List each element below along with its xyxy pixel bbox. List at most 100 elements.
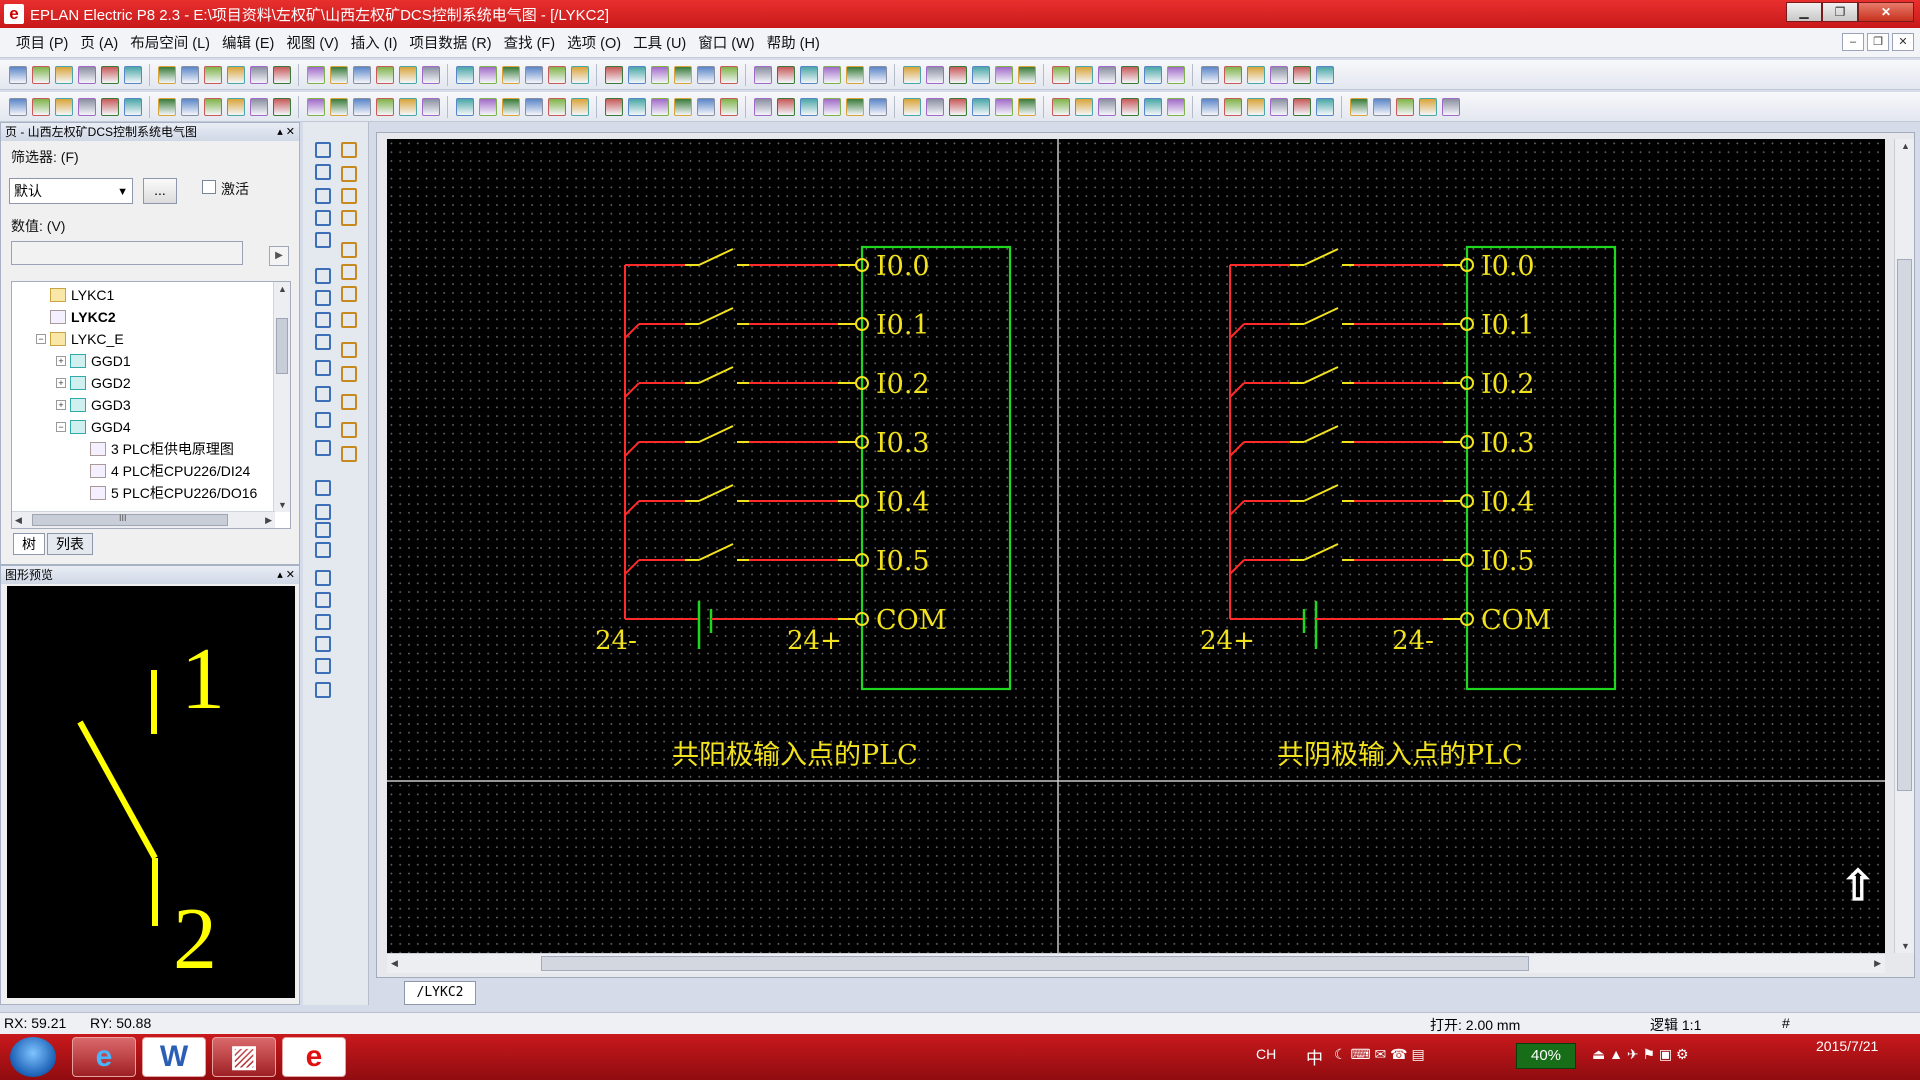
edit-tool-icon[interactable]	[1143, 97, 1162, 116]
main-tool-icon[interactable]	[753, 65, 772, 84]
insert-symbol-tool-icon[interactable]	[341, 394, 357, 410]
main-tool-icon[interactable]	[696, 65, 715, 84]
clock[interactable]: 2015/7/21	[1816, 1036, 1878, 1056]
taskbar-ie-button[interactable]: e	[72, 1037, 136, 1077]
mdi-restore-button[interactable]: ❐	[1867, 33, 1889, 51]
taskbar-eplan-button[interactable]: e	[282, 1037, 346, 1077]
edit-tool-icon[interactable]	[77, 97, 96, 116]
insert-symbol-tool-icon[interactable]	[315, 522, 331, 538]
insert-symbol-tool-icon[interactable]	[341, 166, 357, 182]
edit-tool-icon[interactable]	[398, 97, 417, 116]
insert-symbol-tool-icon[interactable]	[315, 542, 331, 558]
insert-symbol-tool-icon[interactable]	[341, 312, 357, 328]
insert-symbol-tool-icon[interactable]	[315, 614, 331, 630]
main-tool-icon[interactable]	[1292, 65, 1311, 84]
collapse-icon[interactable]: −	[56, 422, 66, 432]
main-tool-icon[interactable]	[547, 65, 566, 84]
home-icon[interactable]: ⇧	[1836, 864, 1880, 908]
insert-symbol-tool-icon[interactable]	[315, 592, 331, 608]
tree-item[interactable]: 5 PLC柜CPU226/DO16	[76, 482, 257, 504]
main-tool-icon[interactable]	[478, 65, 497, 84]
main-tool-icon[interactable]	[845, 65, 864, 84]
mdi-close-button[interactable]: ✕	[1892, 33, 1914, 51]
edit-tool-icon[interactable]	[1315, 97, 1334, 116]
tree-horizontal-scrollbar[interactable]: ◀ III ▶	[12, 511, 275, 528]
edit-tool-icon[interactable]	[994, 97, 1013, 116]
insert-symbol-tool-icon[interactable]	[341, 210, 357, 226]
menu-window[interactable]: 窗口 (W)	[698, 32, 754, 53]
play-arrow-icon[interactable]: ▶	[269, 246, 289, 266]
edit-tool-icon[interactable]	[822, 97, 841, 116]
activate-checkbox[interactable]	[202, 180, 216, 194]
main-tool-icon[interactable]	[1166, 65, 1185, 84]
edit-tool-icon[interactable]	[971, 97, 990, 116]
minimize-button[interactable]: ▁	[1786, 2, 1822, 22]
main-tool-icon[interactable]	[272, 65, 291, 84]
tree-item[interactable]: + GGD2	[56, 372, 131, 394]
insert-symbol-tool-icon[interactable]	[315, 412, 331, 428]
edit-tool-icon[interactable]	[1269, 97, 1288, 116]
scroll-left-icon[interactable]: ◀	[15, 515, 22, 526]
insert-symbol-tool-icon[interactable]	[315, 188, 331, 204]
tree-item[interactable]: + GGD1	[56, 350, 131, 372]
edit-tool-icon[interactable]	[249, 97, 268, 116]
main-tool-icon[interactable]	[352, 65, 371, 84]
main-tool-icon[interactable]	[776, 65, 795, 84]
main-tool-icon[interactable]	[77, 65, 96, 84]
main-tool-icon[interactable]	[799, 65, 818, 84]
main-tool-icon[interactable]	[226, 65, 245, 84]
insert-symbol-tool-icon[interactable]	[315, 142, 331, 158]
tree-item[interactable]: + GGD3	[56, 394, 131, 416]
insert-symbol-tool-icon[interactable]	[315, 312, 331, 328]
edit-tool-icon[interactable]	[868, 97, 887, 116]
main-tool-icon[interactable]	[994, 65, 1013, 84]
main-tool-icon[interactable]	[971, 65, 990, 84]
edit-tool-icon[interactable]	[1120, 97, 1139, 116]
insert-symbol-tool-icon[interactable]	[315, 268, 331, 284]
insert-symbol-tool-icon[interactable]	[315, 164, 331, 180]
edit-tool-icon[interactable]	[719, 97, 738, 116]
edit-tool-icon[interactable]	[799, 97, 818, 116]
edit-tool-icon[interactable]	[570, 97, 589, 116]
main-tool-icon[interactable]	[54, 65, 73, 84]
insert-symbol-tool-icon[interactable]	[315, 570, 331, 586]
canvas-hscroll-thumb[interactable]	[541, 956, 1529, 971]
main-tool-icon[interactable]	[306, 65, 325, 84]
taskbar-word-button[interactable]: W	[142, 1037, 206, 1077]
filter-more-button[interactable]: ...	[143, 178, 177, 204]
menu-page[interactable]: 页 (A)	[80, 32, 118, 53]
tab-list[interactable]: 列表	[47, 533, 93, 555]
edit-tool-icon[interactable]	[604, 97, 623, 116]
main-tool-icon[interactable]	[822, 65, 841, 84]
edit-tool-icon[interactable]	[1418, 97, 1437, 116]
menu-view[interactable]: 视图 (V)	[286, 32, 338, 53]
insert-symbol-tool-icon[interactable]	[341, 264, 357, 280]
edit-tool-icon[interactable]	[1097, 97, 1116, 116]
edit-tool-icon[interactable]	[8, 97, 27, 116]
insert-symbol-tool-icon[interactable]	[315, 210, 331, 226]
edit-tool-icon[interactable]	[157, 97, 176, 116]
main-tool-icon[interactable]	[1200, 65, 1219, 84]
main-tool-icon[interactable]	[650, 65, 669, 84]
edit-tool-icon[interactable]	[54, 97, 73, 116]
edit-tool-icon[interactable]	[272, 97, 291, 116]
edit-tool-icon[interactable]	[1223, 97, 1242, 116]
scroll-down-icon[interactable]: ▼	[1901, 941, 1910, 951]
main-tool-icon[interactable]	[421, 65, 440, 84]
main-tool-icon[interactable]	[524, 65, 543, 84]
main-tool-icon[interactable]	[1051, 65, 1070, 84]
main-tool-icon[interactable]	[1223, 65, 1242, 84]
edit-tool-icon[interactable]	[306, 97, 325, 116]
page-tab-lykc2[interactable]: /LYKC2	[404, 981, 476, 1005]
menu-insert[interactable]: 插入 (I)	[351, 32, 398, 53]
main-tool-icon[interactable]	[925, 65, 944, 84]
scroll-down-icon[interactable]: ▼	[278, 500, 287, 510]
menu-tools[interactable]: 工具 (U)	[633, 32, 686, 53]
canvas-vscroll-thumb[interactable]	[1897, 259, 1912, 791]
edit-tool-icon[interactable]	[845, 97, 864, 116]
main-tool-icon[interactable]	[31, 65, 50, 84]
scroll-up-icon[interactable]: ▲	[1901, 141, 1910, 151]
main-tool-icon[interactable]	[1017, 65, 1036, 84]
edit-tool-icon[interactable]	[673, 97, 692, 116]
edit-tool-icon[interactable]	[1395, 97, 1414, 116]
